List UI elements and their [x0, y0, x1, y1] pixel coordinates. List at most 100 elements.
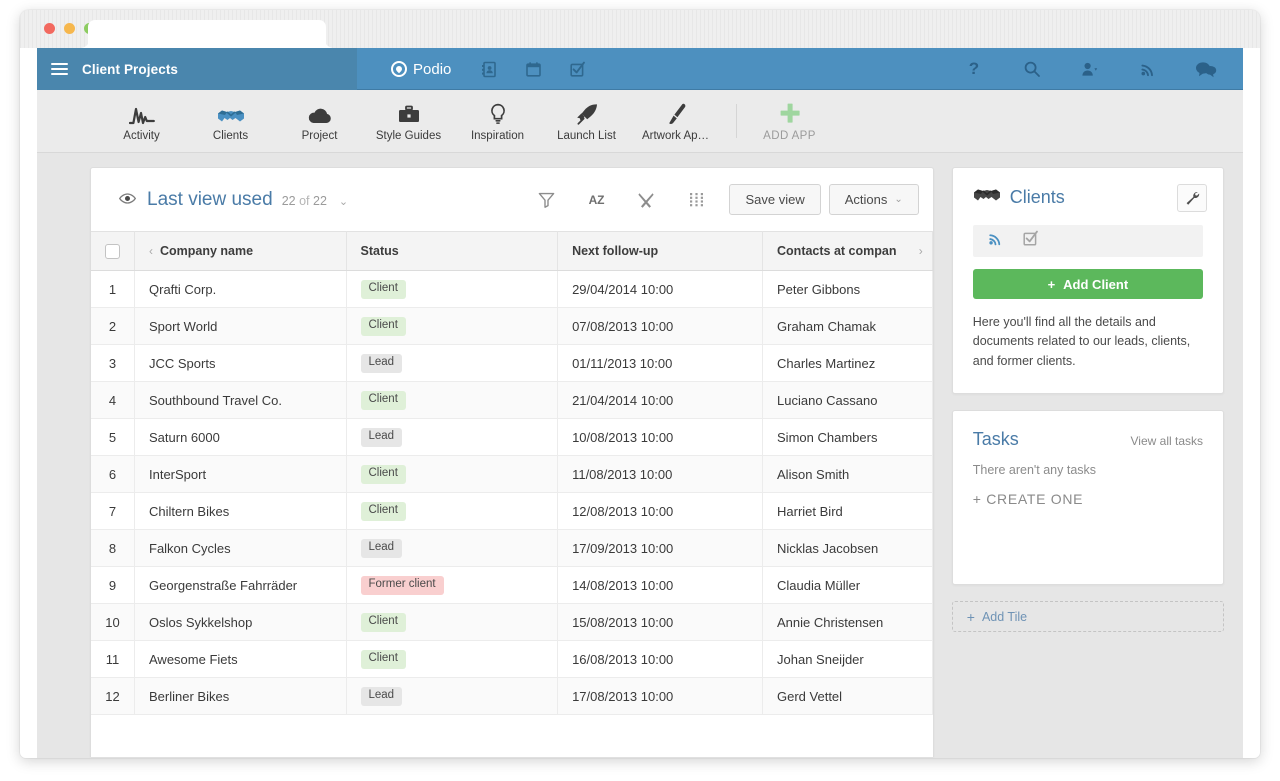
- add-app-label: ADD APP: [763, 129, 816, 142]
- cell-contact[interactable]: Peter Gibbons: [762, 270, 933, 308]
- view-name[interactable]: Last view used: [147, 189, 273, 211]
- cell-next-follow-up: 17/08/2013 10:00: [557, 677, 764, 715]
- column-header-status[interactable]: Status: [346, 231, 559, 271]
- browser-tab[interactable]: [88, 20, 326, 48]
- chat-icon[interactable]: [1177, 48, 1235, 90]
- appnav-item-clients[interactable]: Clients: [186, 90, 275, 153]
- hamburger-icon[interactable]: [51, 63, 68, 75]
- view-all-tasks-link[interactable]: View all tasks: [1131, 434, 1203, 448]
- cell-company-name[interactable]: Qrafti Corp.: [134, 270, 347, 308]
- appnav-item-activity[interactable]: Activity: [97, 90, 186, 153]
- tasks-check-icon[interactable]: [1022, 230, 1039, 252]
- select-all-header[interactable]: [91, 231, 135, 271]
- help-icon[interactable]: ?: [945, 48, 1003, 90]
- cell-contact[interactable]: Gerd Vettel: [762, 677, 933, 715]
- calendar-icon[interactable]: [511, 48, 555, 90]
- cell-company-name[interactable]: Oslos Sykkelshop: [134, 603, 347, 641]
- cell-company-name[interactable]: InterSport: [134, 455, 347, 493]
- wrench-icon[interactable]: [1177, 184, 1207, 212]
- appnav-item-artwork-approval[interactable]: Artwork Ap…: [631, 90, 720, 153]
- cell-contact[interactable]: Harriet Bird: [762, 492, 933, 530]
- table-header-row: ‹ Company name Status Next follow-up Cont…: [91, 231, 933, 271]
- filter-icon[interactable]: [521, 184, 571, 216]
- content-area: Last view used 22 of 22 ⌄ AZ Save view A…: [37, 153, 1243, 757]
- user-menu-icon[interactable]: [1061, 48, 1119, 90]
- status-badge: Client: [360, 280, 406, 299]
- table-row[interactable]: 2 Sport World Client 07/08/2013 10:00 Graham…: [91, 307, 933, 345]
- chevron-left-icon[interactable]: ‹: [149, 244, 153, 258]
- items-card: Last view used 22 of 22 ⌄ AZ Save view A…: [90, 167, 934, 757]
- cell-company-name[interactable]: Southbound Travel Co.: [134, 381, 347, 419]
- cell-company-name[interactable]: Saturn 6000: [134, 418, 347, 456]
- table-row[interactable]: 7 Chiltern Bikes Client 12/08/2013 10:00 Har…: [91, 492, 933, 530]
- activity-stream-icon[interactable]: [987, 230, 1004, 252]
- chevron-right-icon[interactable]: ›: [919, 244, 923, 258]
- table-row[interactable]: 9 Georgenstraße Fahrräder Former client 14/…: [91, 566, 933, 604]
- cell-company-name[interactable]: Berliner Bikes: [134, 677, 347, 715]
- select-all-checkbox[interactable]: [105, 243, 120, 259]
- cell-contact[interactable]: Nicklas Jacobsen: [762, 529, 933, 567]
- appbar-workspace[interactable]: Client Projects: [37, 48, 357, 90]
- contacts-icon[interactable]: [467, 48, 511, 90]
- chevron-down-icon[interactable]: ⌄: [339, 195, 348, 208]
- cell-contact[interactable]: Alison Smith: [762, 455, 933, 493]
- table-row[interactable]: 4 Southbound Travel Co. Client 21/04/2014 1…: [91, 381, 933, 419]
- table-row[interactable]: 8 Falkon Cycles Lead 17/09/2013 10:00 Nickla…: [91, 529, 933, 567]
- tasks-tile-header: Tasks View all tasks: [973, 429, 1203, 450]
- status-badge: Lead: [360, 428, 403, 447]
- table-row[interactable]: 10 Oslos Sykkelshop Client 15/08/2013 10:00…: [91, 603, 933, 641]
- cell-next-follow-up: 21/04/2014 10:00: [557, 381, 764, 419]
- clients-tile-description: Here you'll find all the details and doc…: [972, 315, 1191, 368]
- column-header-contacts-at-company[interactable]: Contacts at compan ›: [762, 231, 933, 271]
- column-header-next-follow-up[interactable]: Next follow-up: [557, 231, 764, 271]
- cell-company-name[interactable]: Georgenstraße Fahrräder: [134, 566, 347, 604]
- table-row[interactable]: 1 Qrafti Corp. Client 29/04/2014 10:00 Peter…: [91, 270, 933, 308]
- cell-company-name[interactable]: Sport World: [134, 307, 347, 345]
- table-row[interactable]: 12 Berliner Bikes Lead 17/08/2013 10:00 Gerd…: [91, 677, 933, 715]
- search-icon[interactable]: [1003, 48, 1061, 90]
- cell-contact[interactable]: Luciano Cassano: [762, 381, 933, 419]
- actions-button[interactable]: Actions ⌄: [828, 184, 919, 215]
- cell-contact[interactable]: Graham Chamak: [762, 307, 933, 345]
- cell-company-name[interactable]: Falkon Cycles: [134, 529, 347, 567]
- podio-logo-icon[interactable]: Podio: [375, 48, 467, 90]
- cell-contact[interactable]: Claudia Müller: [762, 566, 933, 604]
- appnav-item-style-guides[interactable]: Style Guides: [364, 90, 453, 153]
- cell-contact[interactable]: Simon Chambers: [762, 418, 933, 456]
- table-row[interactable]: 11 Awesome Fiets Client 16/08/2013 10:00 Joh…: [91, 640, 933, 678]
- grid-layout-icon[interactable]: [671, 184, 721, 216]
- page-title: Client Projects: [82, 61, 179, 77]
- tasks-check-icon[interactable]: [555, 48, 599, 90]
- table-row[interactable]: 3 JCC Sports Lead 01/11/2013 10:00 Charles M…: [91, 344, 933, 382]
- create-task-button[interactable]: + CREATE ONE: [973, 491, 1203, 507]
- appnav-item-inspiration[interactable]: Inspiration: [453, 90, 542, 153]
- table-row[interactable]: 6 InterSport Client 11/08/2013 10:00 Alison …: [91, 455, 933, 493]
- cell-status: Client: [346, 381, 559, 419]
- activity-stream-icon[interactable]: [1119, 48, 1177, 90]
- cell-company-name[interactable]: JCC Sports: [134, 344, 347, 382]
- add-tile-button[interactable]: + Add Tile: [951, 601, 1224, 633]
- status-badge: Client: [360, 317, 406, 336]
- brand-label: Podio: [413, 60, 452, 78]
- appnav-item-launch-list[interactable]: Launch List: [542, 90, 631, 153]
- table-row[interactable]: 5 Saturn 6000 Lead 10/08/2013 10:00 Simon Ch…: [91, 418, 933, 456]
- row-number: 1: [91, 270, 135, 308]
- cell-contact[interactable]: Annie Christensen: [762, 603, 933, 641]
- column-label: Status: [360, 244, 399, 258]
- view-toolbar: Last view used 22 of 22 ⌄ AZ Save view A…: [91, 168, 933, 231]
- save-view-button[interactable]: Save view: [729, 184, 821, 215]
- cell-contact[interactable]: Johan Sneijder: [762, 640, 933, 678]
- cell-contact[interactable]: Charles Martinez: [762, 344, 933, 382]
- tools-icon[interactable]: [621, 184, 671, 216]
- add-app-button[interactable]: ADD APP: [745, 90, 834, 153]
- cell-company-name[interactable]: Chiltern Bikes: [134, 492, 347, 530]
- add-client-button[interactable]: + Add Client: [972, 269, 1203, 299]
- column-header-company-name[interactable]: ‹ Company name: [134, 231, 347, 271]
- sort-az-icon[interactable]: AZ: [571, 184, 621, 216]
- clients-tile-header: Clients: [973, 186, 1203, 209]
- status-badge: Lead: [360, 539, 403, 558]
- row-number: 6: [91, 455, 135, 493]
- cell-company-name[interactable]: Awesome Fiets: [134, 640, 347, 678]
- view-title-group[interactable]: Last view used 22 of 22 ⌄: [118, 189, 348, 211]
- appnav-item-project[interactable]: Project: [275, 90, 364, 153]
